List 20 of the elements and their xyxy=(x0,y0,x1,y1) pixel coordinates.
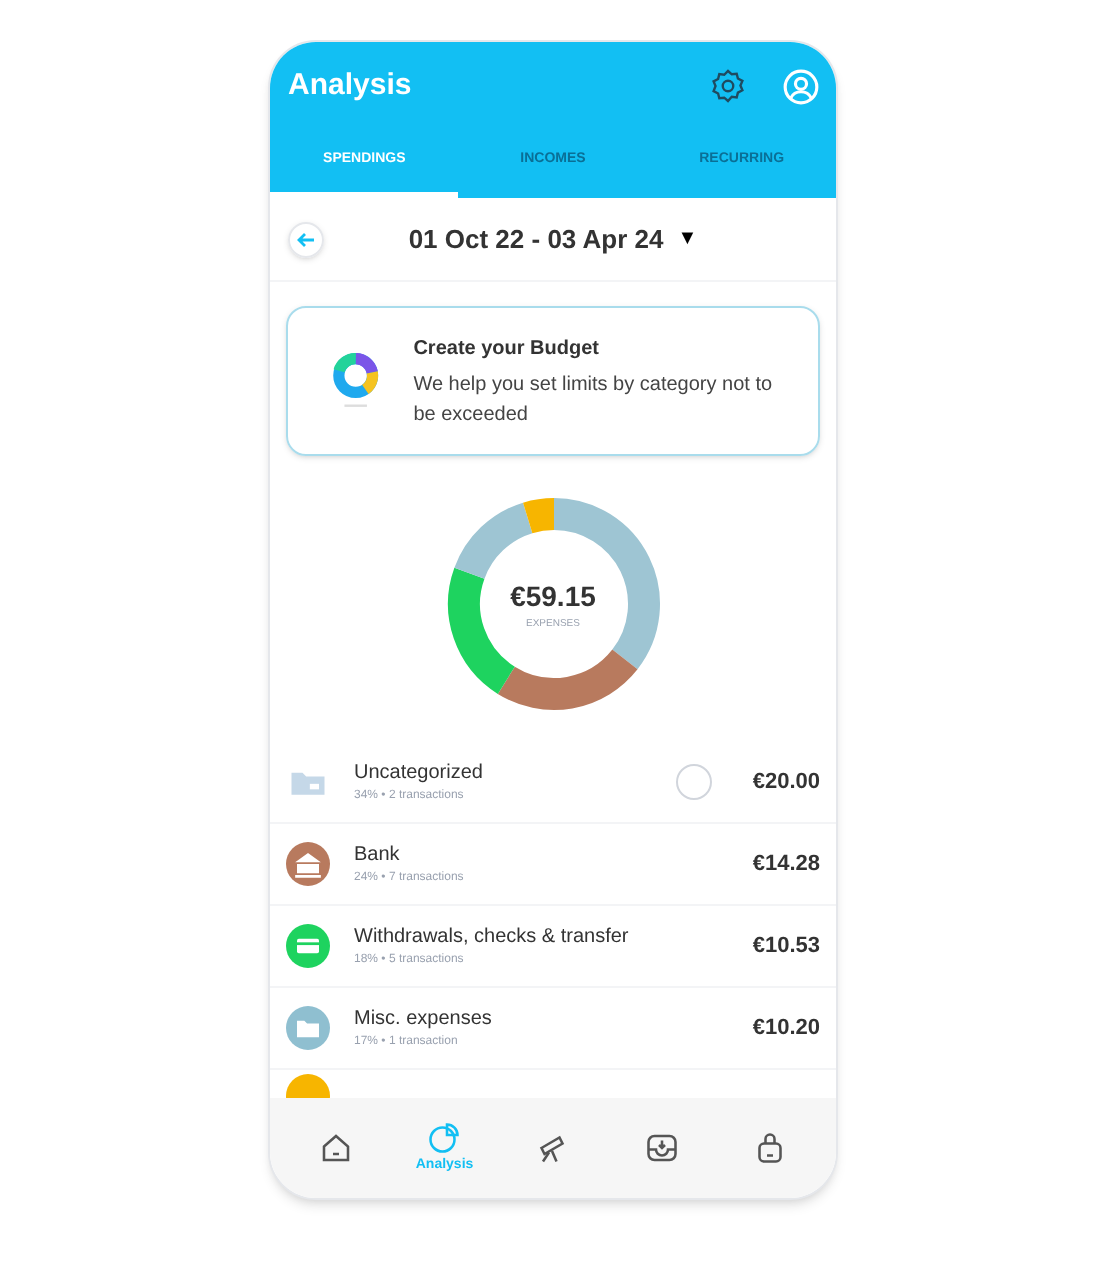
category-amount: €20.00 xyxy=(752,767,820,798)
category-name: Uncategorized xyxy=(354,760,485,788)
screen-title: Analysis xyxy=(288,65,414,106)
total-amount: €59.15 xyxy=(510,577,596,616)
home-icon xyxy=(318,1130,355,1166)
back-arrow-icon xyxy=(296,229,316,249)
budget-description: We help you set limits by category not to be exceeded xyxy=(413,371,775,429)
category-amount: €10.20 xyxy=(752,1013,820,1044)
inbox-icon xyxy=(643,1130,680,1166)
date-range-selector[interactable]: 01 Oct 22 - 03 Apr 24 ▼ xyxy=(324,219,782,259)
settings-icon[interactable] xyxy=(710,68,746,104)
category-name: Bank xyxy=(354,842,402,870)
category-amount: €10.53 xyxy=(752,931,820,962)
budget-card[interactable]: Create your Budget We help you set limits by category not to be exceeded xyxy=(286,306,820,456)
category-amount: €14.28 xyxy=(752,849,820,880)
category-name: Withdrawals, checks & transfer xyxy=(354,924,631,952)
category-name: Misc. expenses xyxy=(354,1006,494,1034)
pie-chart-icon xyxy=(426,1119,463,1156)
radio-button[interactable] xyxy=(676,764,713,800)
budget-title: Create your Budget xyxy=(413,335,601,363)
